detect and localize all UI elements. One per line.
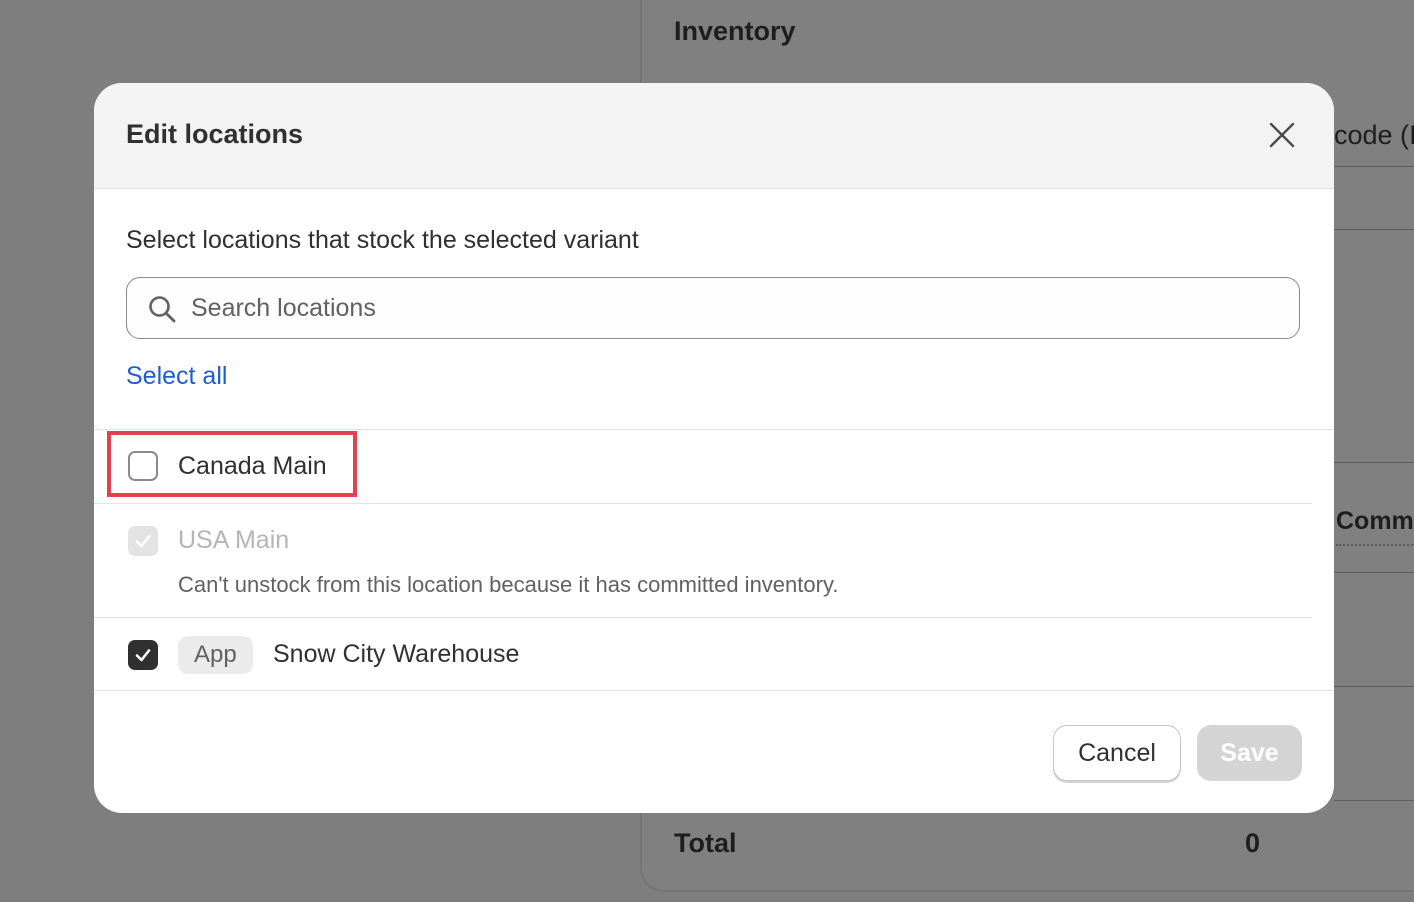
background-total-value: 0 xyxy=(1245,828,1261,858)
footer-divider xyxy=(94,690,1334,691)
select-all-link[interactable]: Select all xyxy=(126,362,227,391)
background-total-label: Total xyxy=(674,828,737,858)
cancel-button[interactable]: Cancel xyxy=(1053,725,1181,781)
checkbox-snow-city-warehouse[interactable] xyxy=(128,640,158,670)
search-field[interactable] xyxy=(126,277,1300,339)
background-divider xyxy=(1334,572,1414,573)
highlight-annotation xyxy=(107,431,357,497)
location-label-snow-city-warehouse: Snow City Warehouse xyxy=(273,640,520,668)
app-badge: App xyxy=(178,636,253,674)
page: Inventory code (I Comm Total 0 Edit loca… xyxy=(0,0,1414,902)
background-divider xyxy=(1334,166,1414,167)
background-inventory-heading: Inventory xyxy=(674,16,796,46)
row-divider xyxy=(94,617,1312,618)
background-divider xyxy=(1334,686,1414,687)
location-label-usa-main: USA Main xyxy=(178,526,290,554)
row-divider xyxy=(94,429,1334,430)
checkmark-icon xyxy=(135,649,151,662)
background-divider xyxy=(1334,800,1414,801)
background-divider xyxy=(1334,462,1414,463)
modal-subtitle: Select locations that stock the selected… xyxy=(126,226,639,254)
modal-title: Edit locations xyxy=(126,119,304,149)
modal-header: Edit locations xyxy=(94,83,1334,189)
background-dotted-underline xyxy=(1336,544,1414,546)
save-button[interactable]: Save xyxy=(1197,725,1302,781)
checkbox-usa-main xyxy=(128,526,158,556)
background-barcode-label: code (I xyxy=(1334,120,1414,150)
search-input[interactable] xyxy=(191,278,1281,338)
background-divider xyxy=(1334,229,1414,230)
checkmark-icon xyxy=(135,535,151,548)
location-help-text-usa-main: Can't unstock from this location because… xyxy=(178,572,839,597)
close-button[interactable] xyxy=(1264,117,1300,153)
edit-locations-modal: Edit locations Select locations that sto… xyxy=(94,83,1334,813)
close-icon xyxy=(1269,122,1295,148)
row-divider xyxy=(94,503,1312,504)
background-committed-header: Comm xyxy=(1336,507,1414,535)
search-icon xyxy=(149,296,176,323)
